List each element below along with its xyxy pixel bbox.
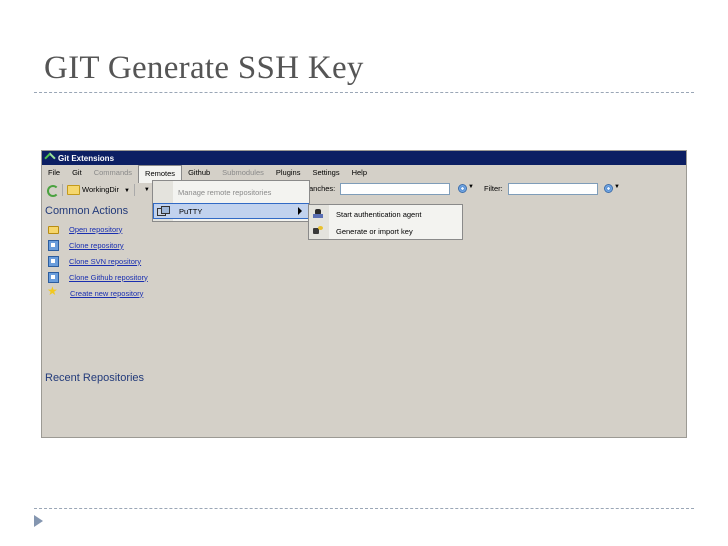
toolbar-separator — [133, 184, 135, 196]
clone-icon — [48, 255, 59, 267]
clone-icon — [48, 239, 59, 251]
putty-label: PuTTY — [179, 206, 203, 216]
remotes-dropdown-menu: Manage remote repositories PuTTY — [152, 180, 310, 222]
action-create-new-repository[interactable]: Create new repository — [47, 284, 148, 301]
create-new-repository-link[interactable]: Create new repository — [70, 289, 143, 298]
toolbar: WorkingDir ▼ ▼ anches: ▼ Filter: ▼ — [42, 181, 686, 199]
menu-plugins[interactable]: Plugins — [270, 165, 307, 181]
common-actions-heading: Common Actions — [45, 205, 129, 217]
menu-commands[interactable]: Commands — [88, 165, 138, 181]
star-icon — [47, 284, 60, 299]
menu-git[interactable]: Git — [66, 165, 88, 181]
filter-gear-icon[interactable] — [604, 184, 613, 193]
branches-label: anches: — [309, 184, 336, 193]
agent-icon — [313, 209, 324, 219]
chevron-down-icon[interactable]: ▼ — [144, 187, 150, 193]
action-clone-repository[interactable]: Clone repository — [48, 237, 148, 253]
folder-icon — [48, 225, 59, 234]
menu-file[interactable]: File — [42, 165, 66, 181]
generate-or-import-key-label: Generate or import key — [336, 226, 413, 236]
branches-input[interactable] — [340, 183, 450, 195]
clone-github-repository-link[interactable]: Clone Github repository — [69, 273, 148, 282]
action-open-repository[interactable]: Open repository — [48, 221, 148, 237]
putty-icon — [157, 206, 170, 217]
settings-gear-icon[interactable] — [458, 184, 467, 193]
action-clone-github-repository[interactable]: Clone Github repository — [48, 269, 148, 285]
menu-github[interactable]: Github — [182, 165, 216, 181]
key-icon — [313, 226, 324, 236]
clone-icon — [48, 271, 59, 283]
menu-settings[interactable]: Settings — [306, 165, 345, 181]
chevron-down-icon[interactable]: ▼ — [614, 184, 620, 190]
folder-icon — [67, 185, 80, 195]
slide-title: GIT Generate SSH Key — [44, 50, 364, 86]
window-titlebar: Git Extensions — [42, 151, 686, 165]
submenu-arrow-icon — [298, 207, 302, 215]
menu-help[interactable]: Help — [346, 165, 373, 181]
putty-submenu: Start authentication agent Generate or i… — [308, 204, 463, 240]
menu-submodules[interactable]: Submodules — [216, 165, 270, 181]
refresh-icon[interactable] — [46, 184, 59, 197]
recent-repositories-heading: Recent Repositories — [45, 372, 145, 384]
footer-divider — [34, 508, 694, 509]
working-dir-label: WorkingDir — [82, 184, 119, 194]
putty-menu-item[interactable]: PuTTY — [153, 203, 309, 219]
clone-repository-link[interactable]: Clone repository — [69, 241, 124, 250]
chevron-down-icon[interactable]: ▼ — [468, 184, 474, 190]
common-actions-list: Open repository Clone repository Clone S… — [47, 221, 148, 301]
menubar: File Git Commands Remotes Github Submodu… — [42, 164, 686, 183]
git-extensions-icon — [45, 153, 55, 163]
filter-input[interactable] — [508, 183, 598, 195]
generate-or-import-key-item[interactable]: Generate or import key — [309, 223, 462, 239]
toolbar-separator — [62, 184, 63, 196]
working-dir-button[interactable]: WorkingDir ▼ — [67, 185, 130, 195]
open-repository-link[interactable]: Open repository — [69, 225, 122, 234]
clone-svn-repository-link[interactable]: Clone SVN repository — [69, 257, 141, 266]
bullet-arrow-icon — [34, 515, 43, 527]
start-authentication-agent-item[interactable]: Start authentication agent — [309, 206, 462, 222]
filter-label: Filter: — [484, 184, 503, 193]
git-extensions-window: Git Extensions File Git Commands Remotes… — [41, 150, 687, 438]
chevron-down-icon: ▼ — [123, 187, 130, 194]
action-clone-svn-repository[interactable]: Clone SVN repository — [48, 253, 148, 269]
window-title: Git Extensions — [58, 153, 115, 163]
manage-remote-repositories-item[interactable]: Manage remote repositories — [153, 183, 309, 201]
start-authentication-agent-label: Start authentication agent — [336, 209, 422, 219]
title-divider — [34, 92, 694, 93]
